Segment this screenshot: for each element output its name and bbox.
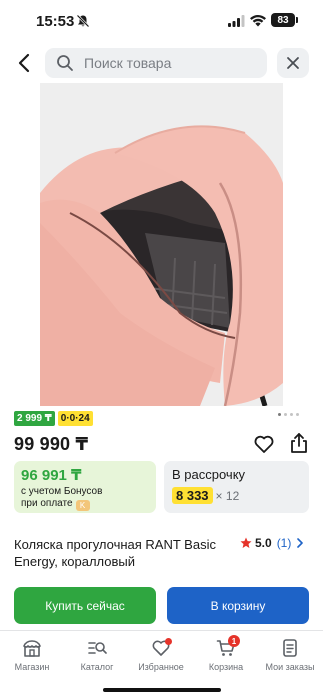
credit-badge: 2 999 ₸ <box>14 411 55 426</box>
installment-row: 8 333 × 12 <box>172 487 309 504</box>
stroller-canopy-image <box>40 83 283 406</box>
product-image[interactable] <box>40 83 283 406</box>
orders-icon <box>283 639 297 657</box>
chevron-right-icon <box>297 538 304 548</box>
bonus-note-line2-text: при оплате <box>21 498 73 509</box>
installment-months: × 12 <box>215 488 240 503</box>
close-button[interactable] <box>277 48 309 78</box>
signal-icon <box>228 15 245 27</box>
back-arrow-icon <box>18 53 30 73</box>
tab-label-cart: Корзина <box>208 662 244 672</box>
kaspi-bonus-icon: K <box>75 500 90 511</box>
tab-catalog[interactable]: Каталог <box>65 638 129 672</box>
tab-store[interactable]: Магазин <box>0 638 64 672</box>
status-time: 15:53 <box>36 13 75 30</box>
bonus-price-card[interactable]: 96 991 ₸ с учетом Бонусов при оплате K <box>14 461 156 513</box>
star-icon <box>240 537 252 548</box>
installment-badge: 0·0·24 <box>57 411 93 426</box>
product-price: 99 990 ₸ <box>14 434 89 454</box>
gallery-pagination <box>278 413 299 416</box>
tab-label-store: Магазин <box>14 662 50 672</box>
favorites-badge-dot <box>165 638 172 645</box>
bonus-note-line2: при оплате K <box>21 498 156 511</box>
tab-favorites[interactable]: Избранное <box>129 638 193 672</box>
search-box[interactable] <box>45 48 267 78</box>
installment-amount: 8 333 <box>172 487 213 504</box>
bonus-note: с учетом Бонусов при оплате K <box>21 486 156 511</box>
back-button[interactable] <box>12 50 36 76</box>
gallery-dot[interactable] <box>278 413 281 416</box>
wifi-icon <box>250 14 266 27</box>
store-icon <box>23 640 41 657</box>
bell-off-icon <box>76 14 90 28</box>
bonus-note-line1: с учетом Бонусов <box>21 486 103 497</box>
tab-label-favorites: Избранное <box>138 662 184 672</box>
rating-value: 5.0 <box>255 536 272 550</box>
tab-label-orders: Мои заказы <box>265 662 315 672</box>
installment-title: В рассрочку <box>172 467 246 482</box>
tab-label-catalog: Каталог <box>80 662 114 672</box>
close-icon <box>287 57 299 69</box>
battery-tip <box>296 17 298 23</box>
gallery-dot[interactable] <box>290 413 293 416</box>
gallery-dot[interactable] <box>296 413 299 416</box>
top-bar <box>0 46 323 80</box>
buy-now-button[interactable]: Купить сейчас <box>14 587 156 624</box>
rating[interactable]: 5.0 (1) <box>240 536 305 550</box>
home-indicator <box>103 688 221 692</box>
price-badges: 2 999 ₸ 0·0·24 <box>14 411 93 426</box>
battery-icon: 83 <box>271 13 295 27</box>
installment-card[interactable]: В рассрочку 8 333 × 12 <box>164 461 309 513</box>
cart-badge-count: 1 <box>228 635 240 647</box>
search-icon <box>57 55 73 71</box>
bonus-price: 96 991 ₸ <box>21 467 82 484</box>
status-bar: 15:53 83 <box>0 0 323 44</box>
add-to-cart-button[interactable]: В корзину <box>167 587 309 624</box>
favorite-heart-icon[interactable] <box>253 433 275 455</box>
tab-cart[interactable]: 1 Корзина <box>194 635 258 672</box>
share-icon[interactable] <box>288 432 310 454</box>
tab-orders[interactable]: Мои заказы <box>258 638 322 672</box>
product-title: Коляска прогулочная RANT Basic Energy, к… <box>14 537 216 569</box>
battery-level: 83 <box>277 14 289 26</box>
search-input[interactable] <box>84 55 254 71</box>
gallery-dot[interactable] <box>284 413 287 416</box>
catalog-search-icon <box>88 642 107 654</box>
reviews-count[interactable]: (1) <box>277 536 292 550</box>
